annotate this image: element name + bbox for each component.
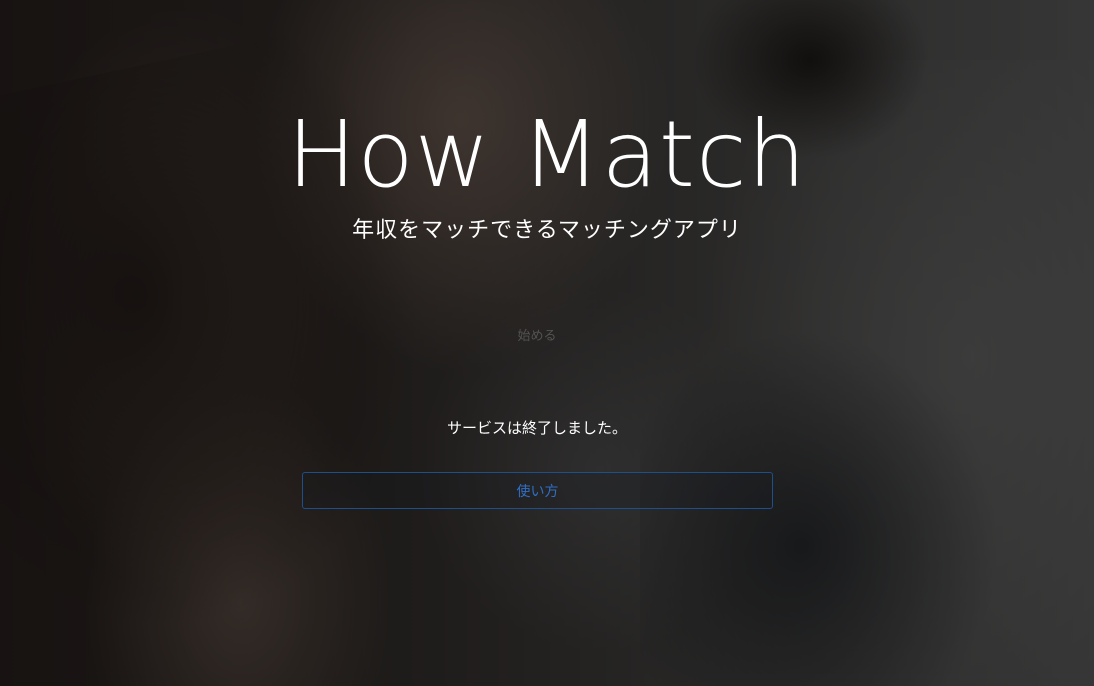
service-ended-notice: サービスは終了しました。 xyxy=(446,419,627,437)
how-to-use-button[interactable]: 使い方 xyxy=(302,472,773,509)
app-tagline: 年収をマッチできるマッチングアプリ xyxy=(352,218,742,243)
app-title: How Match xyxy=(287,101,807,208)
start-button[interactable]: 始める xyxy=(487,318,587,350)
hero-section: How Match 年収をマッチできるマッチングアプリ 始める サービスは終了し… xyxy=(0,0,1094,686)
